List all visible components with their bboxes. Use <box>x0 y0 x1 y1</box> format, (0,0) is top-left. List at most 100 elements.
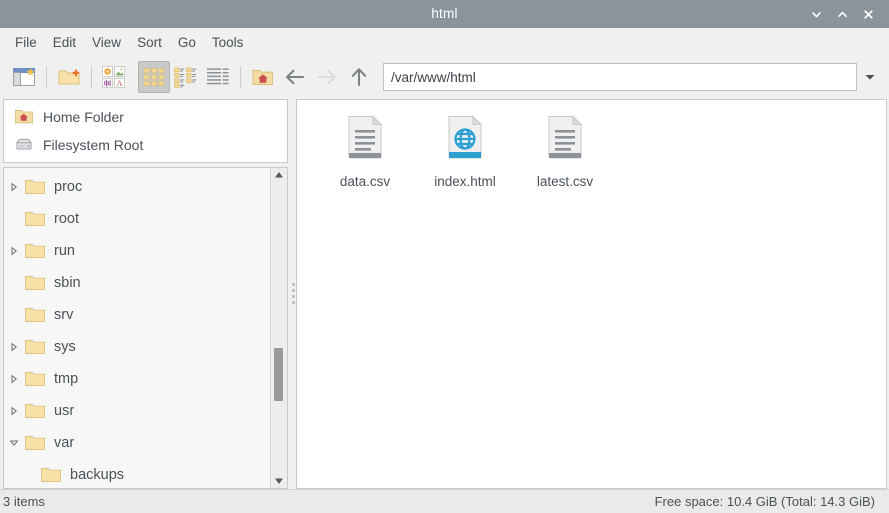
tree-items: proc root run sbin srv sys tmp usr var b… <box>4 168 270 488</box>
tree-item-label: sbin <box>54 275 81 291</box>
expander-collapsed-icon[interactable] <box>4 182 24 192</box>
folder-icon <box>25 340 45 354</box>
new-window-button[interactable] <box>8 61 40 93</box>
view-details-button[interactable] <box>202 61 234 93</box>
tree-item-label: run <box>54 243 75 259</box>
expander-collapsed-icon[interactable] <box>4 342 24 352</box>
expander-collapsed-icon[interactable] <box>4 246 24 256</box>
folder-icon <box>41 468 61 482</box>
home-folder-icon <box>15 110 33 124</box>
tree-item-sys[interactable]: sys <box>4 331 270 363</box>
new-window-icon <box>13 68 35 86</box>
scroll-up-icon[interactable] <box>274 168 284 182</box>
places-list: Home Folder Filesystem Root <box>3 99 288 163</box>
toolbar: A /var/www/html <box>0 56 889 98</box>
file-item-index-html[interactable]: index.html <box>415 108 515 195</box>
maximize-icon[interactable] <box>829 1 855 27</box>
folder-icon <box>25 212 45 226</box>
tree-item-tmp[interactable]: tmp <box>4 363 270 395</box>
tree-scrollbar[interactable] <box>270 168 287 488</box>
tree-item-label: backups <box>70 467 125 483</box>
minimize-icon[interactable] <box>803 1 829 27</box>
tree-item-var[interactable]: var <box>4 427 270 459</box>
expander-collapsed-icon[interactable] <box>4 406 24 416</box>
window-title: html <box>431 6 458 21</box>
path-dropdown-button[interactable] <box>857 63 883 91</box>
place-label: Home Folder <box>43 109 124 125</box>
item-count-label: 3 items <box>3 494 45 509</box>
path-input[interactable]: /var/www/html <box>383 63 857 91</box>
menu-item-view[interactable]: View <box>84 32 129 53</box>
folder-icon <box>25 404 45 418</box>
tree-item-label: srv <box>54 307 74 323</box>
tree-item-root[interactable]: root <box>4 203 270 235</box>
expander-collapsed-icon[interactable] <box>4 374 24 384</box>
directory-tree: proc root run sbin srv sys tmp usr var b… <box>3 167 288 489</box>
toolbar-separator <box>240 66 241 88</box>
window-controls <box>803 1 889 27</box>
tree-item-label: sys <box>54 339 76 355</box>
tree-item-backups[interactable]: backups <box>4 459 270 488</box>
tree-item-proc[interactable]: proc <box>4 171 270 203</box>
toolbar-separator <box>91 66 92 88</box>
file-item-data-csv[interactable]: data.csv <box>315 108 415 195</box>
tree-item-label: tmp <box>54 371 79 387</box>
tree-item-label: proc <box>54 179 83 195</box>
tree-scrollbar-track[interactable] <box>271 182 287 474</box>
folder-icon <box>25 180 45 194</box>
new-folder-icon <box>58 69 80 85</box>
tree-item-usr[interactable]: usr <box>4 395 270 427</box>
view-icons-button[interactable] <box>138 61 170 93</box>
title-bar: html <box>0 0 889 28</box>
file-types-button[interactable]: A <box>98 61 130 93</box>
file-name: index.html <box>434 174 496 189</box>
arrow-left-icon <box>285 69 305 85</box>
splitter-grip-icon <box>291 283 295 304</box>
content-area: Home Folder Filesystem Root proc root ru… <box>0 98 889 489</box>
close-icon[interactable] <box>855 1 881 27</box>
expander-expanded-icon[interactable] <box>4 438 24 448</box>
menu-item-tools[interactable]: Tools <box>204 32 252 53</box>
chevron-down-icon <box>865 75 875 80</box>
place-item-filesystem-root[interactable]: Filesystem Root <box>4 131 287 159</box>
svg-text:A: A <box>116 78 123 88</box>
place-item-home-folder[interactable]: Home Folder <box>4 103 287 131</box>
scroll-down-icon[interactable] <box>274 474 284 488</box>
tree-item-srv[interactable]: srv <box>4 299 270 331</box>
detailed-list-view-icon <box>207 68 229 85</box>
icon-view-icon <box>143 68 165 86</box>
view-compact-button[interactable] <box>170 61 202 93</box>
menu-item-sort[interactable]: Sort <box>129 32 170 53</box>
tree-item-sbin[interactable]: sbin <box>4 267 270 299</box>
new-folder-button[interactable] <box>53 61 85 93</box>
sidebar: Home Folder Filesystem Root proc root ru… <box>0 98 290 489</box>
up-button[interactable] <box>343 61 375 93</box>
tree-item-run[interactable]: run <box>4 235 270 267</box>
drive-icon <box>16 139 32 150</box>
menu-item-file[interactable]: File <box>7 32 45 53</box>
arrow-right-icon <box>317 69 337 85</box>
tree-item-label: usr <box>54 403 75 419</box>
forward-button[interactable] <box>311 61 343 93</box>
back-button[interactable] <box>279 61 311 93</box>
menu-item-go[interactable]: Go <box>170 32 204 53</box>
file-manager-window: html File Edit View Sort Go Tools A /var… <box>0 0 889 513</box>
file-item-latest-csv[interactable]: latest.csv <box>515 108 615 195</box>
free-space-label: Free space: 10.4 GiB (Total: 14.3 GiB) <box>654 494 875 509</box>
file-list-pane[interactable]: data.csv index.html latest.csv <box>296 99 887 489</box>
place-label: Filesystem Root <box>43 137 144 153</box>
file-types-icon: A <box>102 66 125 88</box>
compact-view-icon <box>174 67 197 88</box>
toolbar-separator <box>46 66 47 88</box>
tree-scrollbar-thumb[interactable] <box>274 348 283 401</box>
home-button[interactable] <box>247 61 279 93</box>
folder-icon <box>25 308 45 322</box>
html-file-icon <box>441 112 489 168</box>
file-name: latest.csv <box>536 174 594 189</box>
arrow-up-icon <box>351 68 367 87</box>
folder-icon <box>25 244 45 258</box>
file-name: data.csv <box>339 174 391 189</box>
menu-item-edit[interactable]: Edit <box>45 32 84 53</box>
path-text: /var/www/html <box>391 69 476 85</box>
tree-item-label: var <box>54 435 75 451</box>
